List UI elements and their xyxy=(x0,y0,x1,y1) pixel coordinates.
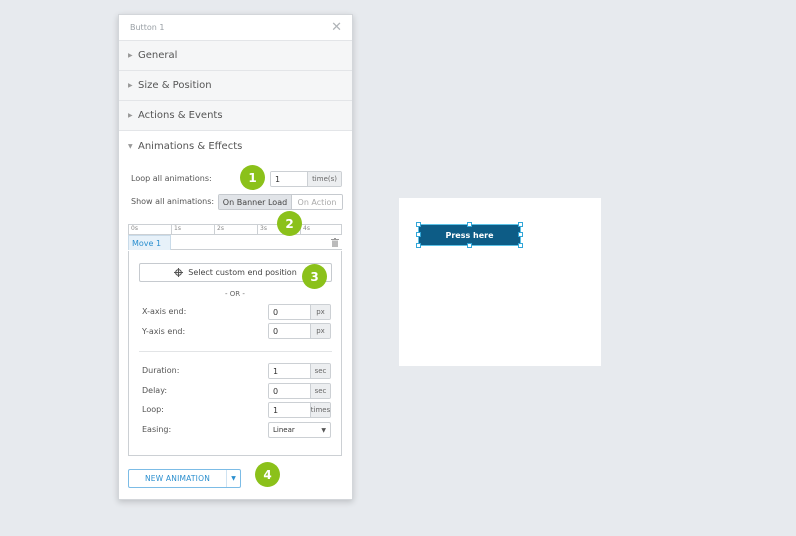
tick-label: 2s xyxy=(217,225,224,232)
show-all-toggle[interactable]: On Banner Load On Action xyxy=(218,194,343,210)
chevron-right-icon: ▶ xyxy=(128,52,133,59)
duration-unit: sec xyxy=(310,364,330,378)
panel-title: Button 1 xyxy=(130,23,165,32)
or-separator: - OR - xyxy=(225,290,245,298)
tick-label: 1s xyxy=(174,225,181,232)
section-size-position[interactable]: ▶ Size & Position xyxy=(119,71,352,101)
resize-handle[interactable] xyxy=(467,222,472,227)
section-label: General xyxy=(138,50,178,61)
resize-handle[interactable] xyxy=(416,232,421,237)
duration-value[interactable]: 1 xyxy=(269,364,310,378)
x-axis-value[interactable]: 0 xyxy=(269,305,310,319)
timeline-ruler[interactable]: 0s 1s 2s 3s 4s xyxy=(128,224,342,235)
tick xyxy=(257,225,258,235)
callout-badge-1: 1 xyxy=(240,165,265,190)
section-actions-events[interactable]: ▶ Actions & Events xyxy=(119,101,352,131)
section-label: Size & Position xyxy=(138,80,212,91)
chevron-right-icon: ▶ xyxy=(128,82,133,89)
callout-badge-3: 3 xyxy=(302,264,327,289)
caret-down-icon[interactable]: ▼ xyxy=(226,470,240,487)
callout-badge-4: 4 xyxy=(255,462,280,487)
trash-icon[interactable] xyxy=(331,238,339,247)
easing-value: Linear xyxy=(273,426,295,434)
loop-value[interactable]: 1 xyxy=(269,403,310,417)
caret-down-icon: ▼ xyxy=(321,426,326,434)
resize-handle[interactable] xyxy=(467,243,472,248)
loop-label: Loop: xyxy=(142,405,164,414)
y-axis-unit: px xyxy=(310,324,330,338)
section-label: Animations & Effects xyxy=(138,140,243,152)
show-all-label: Show all animations: xyxy=(131,197,215,206)
loop-all-label: Loop all animations: xyxy=(131,174,212,183)
tick-label: 4s xyxy=(303,225,310,232)
option-on-banner-load[interactable]: On Banner Load xyxy=(219,195,292,209)
chevron-right-icon: ▶ xyxy=(128,112,133,119)
close-icon[interactable]: ✕ xyxy=(331,21,342,34)
tab-move-1[interactable]: Move 1 xyxy=(128,235,171,250)
animation-tabbar: Move 1 xyxy=(128,235,342,250)
resize-handle[interactable] xyxy=(416,222,421,227)
callout-badge-2: 2 xyxy=(277,211,302,236)
tick xyxy=(171,225,172,235)
x-axis-label: X-axis end: xyxy=(142,307,187,316)
panel-header: Button 1 ✕ xyxy=(119,15,352,41)
new-animation-button[interactable]: NEW ANIMATION ▼ xyxy=(128,469,241,488)
y-axis-label: Y-axis end: xyxy=(142,327,186,336)
banner-press-here-button[interactable]: Press here xyxy=(419,225,520,245)
easing-select[interactable]: Linear ▼ xyxy=(268,422,331,438)
tick xyxy=(214,225,215,235)
y-axis-input[interactable]: 0 px xyxy=(268,323,331,339)
divider xyxy=(139,351,332,352)
delay-input[interactable]: 0 sec xyxy=(268,383,331,399)
x-axis-input[interactable]: 0 px xyxy=(268,304,331,320)
section-label: Actions & Events xyxy=(138,110,223,121)
x-axis-unit: px xyxy=(310,305,330,319)
resize-handle[interactable] xyxy=(518,222,523,227)
delay-label: Delay: xyxy=(142,386,168,395)
loop-all-input[interactable]: 1 time(s) xyxy=(270,171,342,187)
tick-label: 0s xyxy=(131,225,138,232)
option-on-action[interactable]: On Action xyxy=(292,195,342,209)
section-animations-effects[interactable]: ▼ Animations & Effects xyxy=(119,131,352,161)
chevron-down-icon: ▼ xyxy=(128,142,133,150)
resize-handle[interactable] xyxy=(518,232,523,237)
tick-label: 3s xyxy=(260,225,267,232)
delay-unit: sec xyxy=(310,384,330,398)
y-axis-value[interactable]: 0 xyxy=(269,324,310,338)
loop-all-value[interactable]: 1 xyxy=(271,172,308,186)
custom-end-label: Select custom end position xyxy=(188,268,297,277)
new-animation-label: NEW ANIMATION xyxy=(144,474,211,483)
crosshair-icon xyxy=(174,268,184,277)
section-general[interactable]: ▶ General xyxy=(119,41,352,71)
resize-handle[interactable] xyxy=(518,243,523,248)
duration-label: Duration: xyxy=(142,366,180,375)
delay-value[interactable]: 0 xyxy=(269,384,310,398)
banner-canvas[interactable] xyxy=(399,198,601,366)
loop-input[interactable]: 1 times xyxy=(268,402,331,418)
easing-label: Easing: xyxy=(142,425,172,434)
loop-all-unit: time(s) xyxy=(307,172,341,186)
resize-handle[interactable] xyxy=(416,243,421,248)
loop-unit: times xyxy=(310,403,330,417)
duration-input[interactable]: 1 sec xyxy=(268,363,331,379)
